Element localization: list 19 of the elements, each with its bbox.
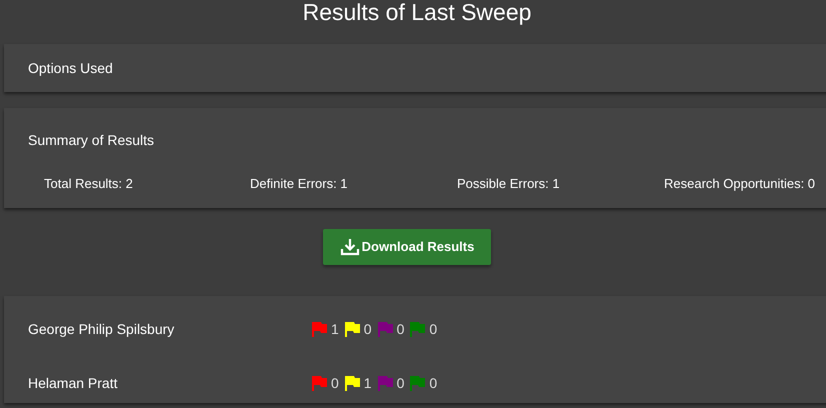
download-icon — [340, 237, 360, 257]
download-button[interactable]: Download Results — [323, 229, 491, 265]
flag-count: 0 — [396, 374, 404, 392]
flag-count: 0 — [331, 374, 339, 392]
person-name: George Philip Spilsbury — [28, 320, 176, 339]
page-title: Results of Last Sweep — [302, 0, 532, 27]
panel-heading: Options Used — [28, 58, 113, 78]
flag-count: 0 — [364, 320, 372, 338]
flag-count: 0 — [429, 320, 438, 338]
panel-heading: Summary of Results — [28, 131, 156, 150]
person-name: Helaman Pratt — [28, 374, 118, 392]
summary-stat: Possible Errors: 1 — [457, 175, 561, 193]
flag-count: 1 — [331, 320, 339, 338]
flag-count: 0 — [429, 374, 438, 392]
flag-count: 0 — [396, 320, 404, 338]
flag-count: 1 — [364, 374, 372, 392]
summary-stat: Definite Errors: 1 — [250, 175, 349, 193]
summary-stat: Total Results: 2 — [44, 175, 134, 193]
summary-stat: Research Opportunities: 0 — [664, 175, 816, 193]
